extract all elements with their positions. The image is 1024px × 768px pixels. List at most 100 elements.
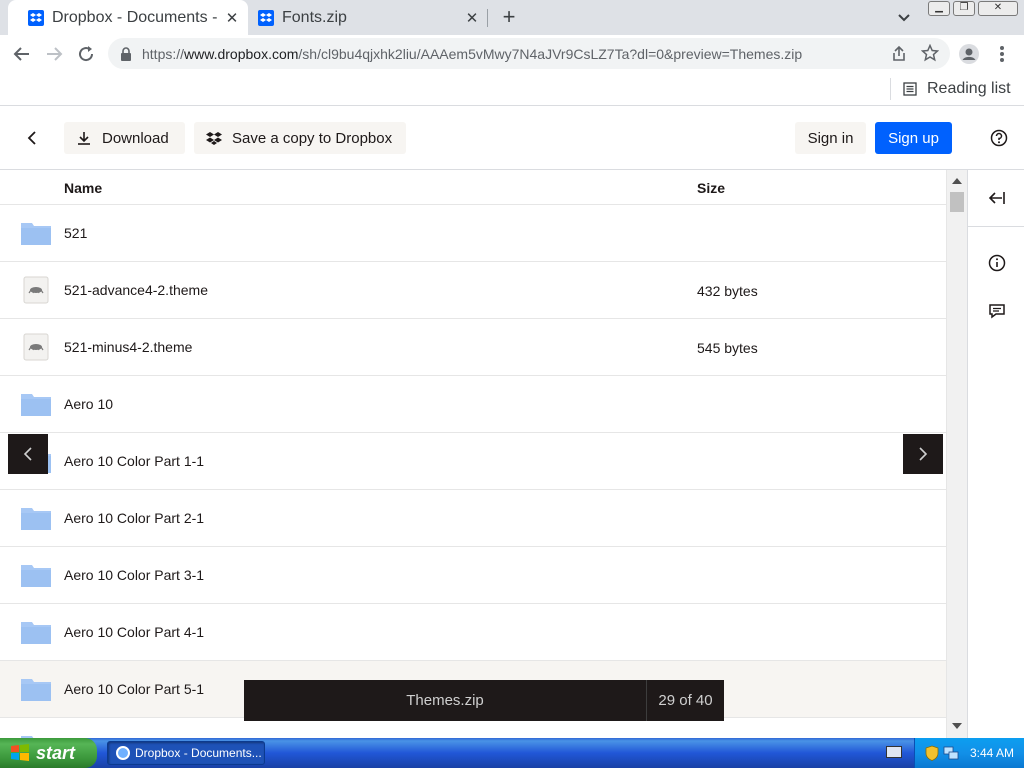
preview-header: Download Save a copy to Dropbox Sign in … <box>0 106 1024 170</box>
file-row[interactable]: Aero 10 Color Part 3-1 <box>0 547 946 604</box>
download-label: Download <box>102 129 169 147</box>
security-shield-icon[interactable] <box>925 745 939 761</box>
tab-strip: Dropbox - Documents - S ✕ Fonts.zip ✕ + … <box>0 0 1024 35</box>
folder-icon <box>20 561 52 589</box>
clock[interactable]: 3:44 AM <box>970 746 1014 760</box>
save-copy-label: Save a copy to Dropbox <box>232 129 393 147</box>
scroll-down-arrow-icon[interactable] <box>952 723 962 729</box>
taskbar-button-dropbox[interactable]: Dropbox - Documents... <box>107 741 265 765</box>
scrollbar[interactable] <box>946 170 967 738</box>
previous-file-button[interactable] <box>8 434 48 474</box>
file-name[interactable]: Aero 10 Color Part 1-1 <box>64 453 204 469</box>
new-tab-button[interactable]: + <box>498 6 520 28</box>
file-row-partial[interactable] <box>0 718 946 738</box>
file-row[interactable]: Aero 10 Color Part 1-1 <box>0 433 946 490</box>
download-icon <box>78 132 90 145</box>
file-name[interactable]: Aero 10 Color Part 2-1 <box>64 510 204 526</box>
info-icon[interactable] <box>986 252 1008 274</box>
next-file-button[interactable] <box>903 434 943 474</box>
dropbox-favicon-icon <box>28 9 44 26</box>
keyboard-icon[interactable] <box>886 746 902 758</box>
chevron-right-icon <box>919 447 928 461</box>
sign-in-button[interactable]: Sign in <box>795 122 866 154</box>
right-rail <box>967 170 1024 738</box>
tab-search-chevron-down-icon[interactable] <box>895 9 913 27</box>
folder-icon <box>20 675 52 703</box>
restore-window-button[interactable]: ❐ <box>953 1 975 16</box>
reading-list-label: Reading list <box>927 80 1011 97</box>
column-header-size[interactable]: Size <box>697 180 725 196</box>
download-button[interactable]: Download <box>64 122 185 154</box>
file-name[interactable]: 521-advance4-2.theme <box>64 282 208 298</box>
folder-icon <box>20 618 52 646</box>
column-header-name[interactable]: Name <box>64 180 102 196</box>
file-row[interactable]: 521-advance4-2.theme 432 bytes <box>0 262 946 319</box>
preview-counter: 29 of 40 <box>646 680 724 721</box>
file-row[interactable]: Aero 10 Color Part 2-1 <box>0 490 946 547</box>
minimize-window-button[interactable]: ▁ <box>928 1 950 16</box>
back-arrow-icon[interactable] <box>10 42 34 66</box>
system-tray: 3:44 AM <box>914 738 1024 768</box>
taskbar-button-label: Dropbox - Documents... <box>135 746 262 760</box>
reading-list-button[interactable]: Reading list <box>890 78 1011 100</box>
forward-arrow-icon[interactable] <box>42 42 66 66</box>
file-name[interactable]: 521 <box>64 225 87 241</box>
tab-fonts-zip[interactable]: Fonts.zip ✕ <box>238 0 488 35</box>
tab-dropbox-documents[interactable]: Dropbox - Documents - S ✕ <box>8 0 248 35</box>
comment-icon[interactable] <box>986 300 1008 322</box>
theme-file-icon <box>20 333 52 361</box>
preview-filename: Themes.zip <box>406 692 484 709</box>
lock-icon[interactable] <box>120 47 132 61</box>
tab-divider <box>487 9 488 27</box>
browser-menu-icon[interactable] <box>990 42 1014 66</box>
scroll-thumb[interactable] <box>950 192 964 212</box>
tab-title: Dropbox - Documents - S <box>52 8 222 26</box>
scroll-up-arrow-icon[interactable] <box>952 178 962 184</box>
file-name[interactable]: Aero 10 Color Part 5-1 <box>64 681 204 697</box>
sign-up-button[interactable]: Sign up <box>875 122 952 154</box>
file-row[interactable]: Aero 10 Color Part 4-1 <box>0 604 946 661</box>
reading-list-icon <box>903 82 917 96</box>
start-label: start <box>36 742 76 763</box>
file-name[interactable]: Aero 10 Color Part 4-1 <box>64 624 204 640</box>
profile-avatar-icon[interactable] <box>957 42 981 66</box>
back-chevron-icon[interactable] <box>24 130 40 146</box>
share-icon[interactable] <box>890 45 908 63</box>
browser-toolbar: https://www.dropbox.com/sh/cl9bu4qjxhk2l… <box>0 35 1024 72</box>
address-bar[interactable]: https://www.dropbox.com/sh/cl9bu4qjxhk2l… <box>108 38 950 69</box>
file-name[interactable]: Aero 10 Color Part 3-1 <box>64 567 204 583</box>
file-size: 432 bytes <box>697 283 758 299</box>
start-button[interactable]: start <box>0 738 97 768</box>
file-list: Name Size 521 521-advance4-2.theme 432 byt… <box>0 170 946 738</box>
folder-icon <box>20 219 52 247</box>
close-window-button[interactable]: ✕ <box>978 1 1018 16</box>
file-row[interactable]: 521-minus4-2.theme 545 bytes <box>0 319 946 376</box>
file-name[interactable]: Aero 10 <box>64 396 113 412</box>
folder-icon <box>20 504 52 532</box>
save-copy-button[interactable]: Save a copy to Dropbox <box>194 122 406 154</box>
dropbox-logo-icon <box>206 132 222 145</box>
theme-file-icon <box>20 276 52 304</box>
file-size: 545 bytes <box>697 340 758 356</box>
dropbox-favicon-icon <box>258 9 274 26</box>
collapse-panel-icon[interactable] <box>986 187 1008 209</box>
taskbar: start Dropbox - Documents... 3:44 AM <box>0 738 1024 768</box>
tab-title: Fonts.zip <box>282 8 347 26</box>
windows-flag-icon <box>11 744 29 761</box>
chrome-app-icon <box>116 746 130 760</box>
folder-icon <box>20 390 52 418</box>
reload-icon[interactable] <box>74 42 98 66</box>
file-row[interactable]: Aero 10 <box>0 376 946 433</box>
url-text[interactable]: https://www.dropbox.com/sh/cl9bu4qjxhk2l… <box>142 46 802 62</box>
chevron-left-icon <box>23 447 32 461</box>
tab-close-icon[interactable]: ✕ <box>462 9 482 27</box>
preview-title-bar: Themes.zip 29 of 40 <box>244 680 724 721</box>
file-row[interactable]: 521 <box>0 205 946 262</box>
help-icon[interactable] <box>990 129 1008 147</box>
file-name[interactable]: 521-minus4-2.theme <box>64 339 192 355</box>
bookmarks-bar: Reading list <box>0 72 1024 106</box>
network-icon[interactable] <box>943 745 959 761</box>
list-header: Name Size <box>0 170 946 205</box>
rail-divider <box>968 226 1024 227</box>
bookmark-star-icon[interactable] <box>921 44 939 62</box>
